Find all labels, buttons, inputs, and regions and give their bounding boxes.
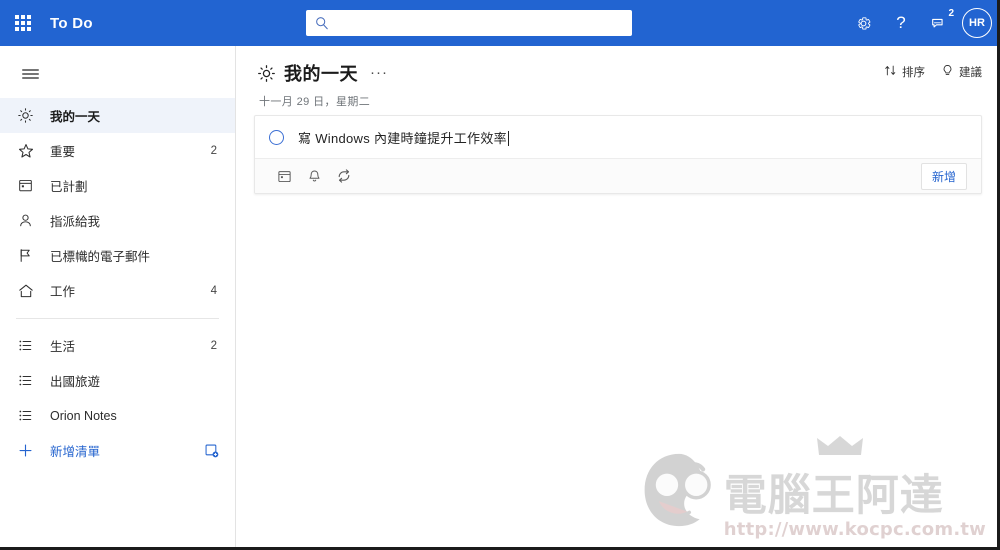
add-task-input-row[interactable]: 寫 Windows 內建時鐘提升工作效率 [255, 116, 981, 159]
site-watermark: 電腦王阿達 http://www.kocpc.com.tw [636, 436, 986, 540]
text-caret [507, 130, 509, 146]
page-subtitle-date: 十一月 29 日，星期二 [259, 96, 371, 108]
sidebar-item-planned[interactable]: 已計劃 [0, 168, 235, 203]
main-header-actions: 排序 建議 [884, 64, 982, 80]
sidebar-item-label: 已標幟的電子郵件 [50, 250, 151, 264]
sidebar-item-important[interactable]: 重要 2 [0, 133, 235, 168]
repeat-icon[interactable] [329, 162, 359, 190]
page-more-options-button[interactable]: ··· [370, 65, 388, 80]
feedback-icon [931, 18, 943, 27]
sidebar-list-overseas-travel[interactable]: 出國旅遊 [0, 363, 235, 398]
sidebar-list-label: Orion Notes [50, 408, 117, 423]
sidebar-item-label: 重要 [50, 145, 76, 159]
settings-button[interactable] [844, 0, 882, 46]
sidebar-divider [16, 318, 219, 319]
sidebar-item-label: 工作 [50, 285, 76, 299]
new-group-icon[interactable] [204, 443, 221, 458]
due-date-calendar-icon[interactable] [269, 162, 299, 190]
search-icon [315, 16, 329, 30]
sidebar-item-flagged-email[interactable]: 已標幟的電子郵件 [0, 238, 235, 273]
add-task-input[interactable]: 寫 Windows 內建時鐘提升工作效率 [298, 128, 509, 147]
app-brand-title: To Do [50, 14, 93, 32]
add-task-text: 寫 Windows 內建時鐘提升工作效率 [298, 130, 507, 146]
top-bar-actions: ? 2 HR [844, 0, 994, 46]
suggestions-button[interactable]: 建議 [941, 64, 982, 80]
reminder-bell-icon[interactable] [299, 162, 329, 190]
flag-icon [18, 248, 40, 263]
list-icon [18, 338, 40, 353]
sidebar-item-label: 已計劃 [50, 180, 88, 194]
sort-icon [884, 64, 897, 80]
watermark-brand: 電腦王阿達 [723, 471, 944, 522]
page-title-row: 我的一天 ··· [258, 60, 978, 86]
list-icon [18, 373, 40, 388]
watermark-text: 電腦王阿達 http://www.kocpc.com.tw [723, 471, 986, 540]
sun-icon [258, 64, 275, 82]
main-content: 我的一天 ··· 十一月 29 日，星期二 排序 建議 寫 Windows 內建… [236, 46, 997, 547]
crown-icon [816, 435, 864, 462]
waffle-grid-icon [15, 15, 31, 31]
sidebar-item-count: 4 [210, 284, 217, 297]
feedback-button[interactable]: 2 [920, 0, 958, 46]
sidebar-list-orion-notes[interactable]: Orion Notes [0, 398, 235, 433]
lightbulb-icon [941, 64, 954, 80]
sidebar-item-my-day[interactable]: 我的一天 [0, 98, 235, 133]
add-task-card: 寫 Windows 內建時鐘提升工作效率 新增 [254, 115, 982, 194]
add-task-toolbar: 新增 [255, 159, 981, 193]
sun-icon [18, 108, 40, 123]
todo-app-window: To Do ? 2 HR 我的一天 重要 2 已計劃 指派給我 已標幟的電子郵件… [0, 0, 1000, 550]
avatar[interactable]: HR [962, 8, 992, 38]
feedback-badge: 2 [948, 8, 954, 19]
app-body: 我的一天 重要 2 已計劃 指派給我 已標幟的電子郵件 工作 4 生活 2 出國… [0, 46, 997, 547]
watermark-url: http://www.kocpc.com.tw [723, 519, 986, 540]
sidebar-item-work[interactable]: 工作 4 [0, 273, 235, 308]
suggestions-label: 建議 [959, 67, 982, 79]
sidebar-item-count: 2 [210, 144, 217, 157]
circle-checkbox-icon[interactable] [269, 129, 284, 145]
gear-icon [857, 16, 870, 30]
sidebar-list-label: 生活 [50, 340, 76, 354]
sidebar-item-label: 指派給我 [50, 215, 101, 229]
search-box[interactable] [306, 10, 632, 36]
star-icon [18, 143, 40, 159]
sidebar-smart-lists: 我的一天 重要 2 已計劃 指派給我 已標幟的電子郵件 工作 4 [0, 98, 235, 308]
hamburger-icon [21, 67, 39, 82]
top-app-bar: To Do ? 2 HR [0, 0, 997, 46]
app-launcher-button[interactable] [0, 0, 46, 46]
sort-label: 排序 [902, 67, 925, 79]
sidebar-item-label: 我的一天 [50, 110, 101, 124]
sidebar: 我的一天 重要 2 已計劃 指派給我 已標幟的電子郵件 工作 4 生活 2 出國… [0, 46, 236, 547]
sidebar-list-count: 2 [210, 339, 217, 352]
plus-icon [18, 443, 40, 458]
sort-button[interactable]: 排序 [884, 64, 925, 80]
help-label: ? [896, 13, 906, 32]
new-list-button[interactable]: 新增清單 [0, 433, 235, 468]
list-icon [18, 408, 40, 423]
page-title: 我的一天 [284, 64, 358, 84]
sidebar-list-life[interactable]: 生活 2 [0, 328, 235, 363]
search-input[interactable] [329, 16, 632, 30]
sidebar-item-assigned-to-me[interactable]: 指派給我 [0, 203, 235, 238]
help-button[interactable]: ? [882, 0, 920, 46]
new-list-label: 新增清單 [50, 445, 101, 459]
sidebar-custom-lists: 生活 2 出國旅遊 Orion Notes 新增清單 [0, 328, 235, 468]
add-task-button[interactable]: 新增 [920, 162, 967, 190]
calendar-icon [18, 178, 40, 193]
person-icon [18, 213, 40, 228]
avatar-initials: HR [969, 17, 985, 29]
sidebar-list-label: 出國旅遊 [50, 375, 101, 389]
mascot-face-icon [636, 447, 722, 538]
sidebar-toggle-button[interactable] [10, 54, 50, 94]
home-icon [18, 283, 40, 299]
main-header: 我的一天 ··· 十一月 29 日，星期二 排序 建議 [236, 46, 997, 108]
